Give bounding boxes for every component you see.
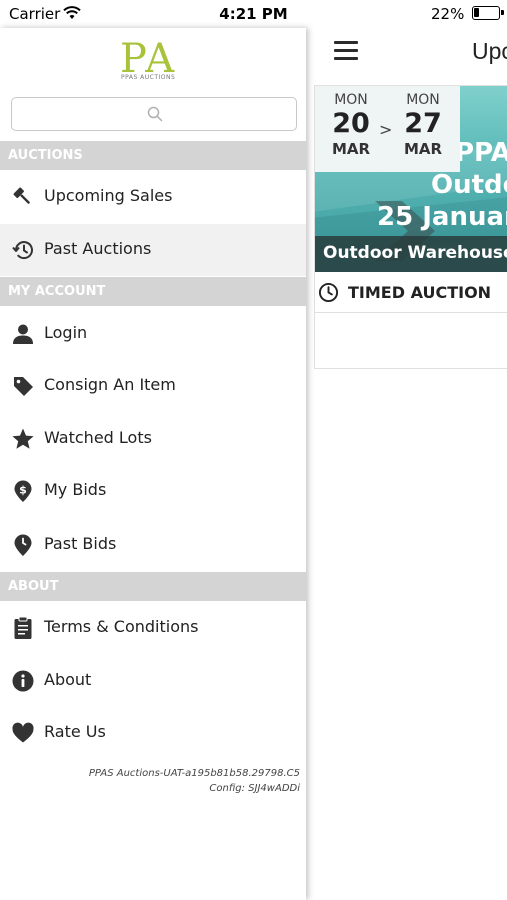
menu-item-my-bids[interactable]: $ My Bids <box>0 465 306 517</box>
start-date: MON 20 MAR <box>326 92 376 158</box>
menu-label-my-bids: My Bids <box>44 480 107 499</box>
hamburger-menu-icon[interactable] <box>334 41 358 61</box>
clock-icon <box>318 282 339 303</box>
menu-item-login[interactable]: Login <box>0 308 306 360</box>
star-icon <box>12 428 34 449</box>
clock-pin-icon <box>14 534 32 556</box>
build-info: PPAS Auctions-UAT-a195b81b58.29798.C5 Co… <box>89 766 300 796</box>
section-header-my-account: MY ACCOUNT <box>0 277 306 306</box>
date-range: MON 20 MAR > MON 27 MAR <box>315 86 460 172</box>
battery-icon <box>472 6 504 20</box>
screen: Carrier 4:21 PM 22% Upcoming PPAS Outdoo… <box>0 0 507 900</box>
start-dow: MON <box>334 92 368 108</box>
menu-label-watched-lots: Watched Lots <box>44 428 152 447</box>
menu-item-about[interactable]: About <box>0 655 306 707</box>
banner-line2: Outdoor <box>431 170 507 200</box>
end-month: MAR <box>403 140 443 158</box>
info-icon <box>12 670 34 692</box>
build-config: Config: SJJ4wADDi <box>209 783 300 794</box>
battery-fill <box>474 8 479 17</box>
history-icon <box>12 241 33 260</box>
gavel-icon <box>13 187 30 204</box>
date-separator: > <box>379 120 393 139</box>
end-date: MON 27 MAR <box>398 92 448 158</box>
side-drawer: PA PPAS AUCTIONS AUCTIONS Upcoming Sales <box>0 28 306 900</box>
main-content: Upcoming PPAS Outdoor 25 January MON 20 … <box>306 28 507 900</box>
battery-percent: 22% <box>431 5 465 23</box>
ppas-logo: PA PPAS AUCTIONS <box>120 36 192 86</box>
build-version: PPAS Auctions-UAT-a195b81b58.29798.C5 <box>88 768 300 779</box>
menu-item-past-bids[interactable]: Past Bids <box>0 519 306 571</box>
menu-label-past-bids: Past Bids <box>44 534 117 553</box>
start-month: MAR <box>331 140 371 158</box>
menu-item-terms[interactable]: Terms & Conditions <box>0 602 306 654</box>
section-header-about: ABOUT <box>0 572 306 601</box>
menu-label-login: Login <box>44 323 88 342</box>
user-icon <box>13 324 33 344</box>
end-dow: MON <box>406 92 440 108</box>
menu-label-upcoming-sales: Upcoming Sales <box>44 186 173 205</box>
menu-item-consign[interactable]: Consign An Item <box>0 360 306 412</box>
svg-text:$: $ <box>19 484 27 497</box>
page-title: Upcoming <box>472 38 507 64</box>
dollar-pin-icon: $ <box>14 480 32 502</box>
clipboard-icon <box>14 616 32 639</box>
auction-type-row: TIMED AUCTION <box>315 272 507 313</box>
menu-label-about: About <box>44 670 92 689</box>
start-day: 20 <box>332 108 370 139</box>
logo-tagline: PPAS AUCTIONS <box>121 74 176 81</box>
menu-item-upcoming-sales[interactable]: Upcoming Sales <box>0 171 306 223</box>
auction-card[interactable]: PPAS Outdoor 25 January MON 20 MAR > MON… <box>314 85 507 369</box>
menu-item-past-auctions[interactable]: Past Auctions <box>0 224 306 276</box>
menu-label-consign: Consign An Item <box>44 375 176 394</box>
banner-line1: PPAS <box>455 138 507 168</box>
auction-type: TIMED AUCTION <box>348 283 492 302</box>
search-field[interactable] <box>11 97 297 131</box>
heart-icon <box>12 722 34 743</box>
banner-line3: 25 January <box>377 202 507 232</box>
status-bar: Carrier 4:21 PM 22% <box>0 0 507 28</box>
tag-icon <box>14 377 33 396</box>
auction-location: Outdoor Warehouse <box>315 236 507 272</box>
section-header-auctions: AUCTIONS <box>0 141 306 170</box>
menu-label-rate-us: Rate Us <box>44 722 106 741</box>
battery-nub <box>501 10 504 15</box>
end-day: 27 <box>404 108 442 139</box>
search-input[interactable] <box>12 98 296 130</box>
menu-label-past-auctions: Past Auctions <box>44 239 152 258</box>
menu-label-terms: Terms & Conditions <box>44 617 199 636</box>
menu-item-rate-us[interactable]: Rate Us <box>0 707 306 759</box>
menu-item-watched-lots[interactable]: Watched Lots <box>0 413 306 465</box>
